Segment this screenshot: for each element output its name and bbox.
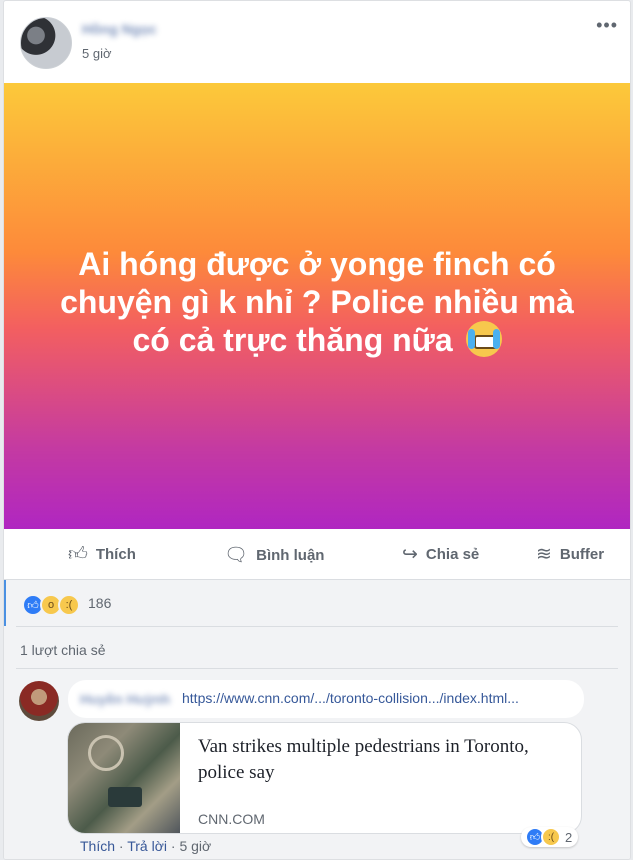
reactions-summary[interactable]: 👍︎ o :( 186: [4, 580, 630, 626]
buffer-stack-icon: ≋: [536, 544, 552, 565]
divider: [16, 668, 618, 669]
share-arrow-icon: ↪: [402, 544, 418, 565]
divider: [16, 626, 618, 627]
post-card: Hồng Ngọc 5 giờ ••• Ai hóng được ở yonge…: [3, 0, 631, 860]
separator: ·: [170, 838, 176, 854]
sad-reaction-icon: :(: [58, 594, 80, 616]
comment-reply-link[interactable]: Trả lời: [127, 838, 167, 854]
comment-icon: 🗨︎: [224, 545, 249, 566]
buffer-button[interactable]: ≋ Buffer: [536, 543, 604, 566]
link-preview-card[interactable]: Van strikes multiple pedestrians in Toro…: [67, 722, 582, 834]
more-options-icon[interactable]: •••: [596, 15, 618, 36]
author-avatar[interactable]: [20, 17, 72, 69]
share-label: Chia sẻ: [425, 546, 480, 563]
link-domain: CNN.COM: [198, 811, 265, 827]
comment-like-link[interactable]: Thích: [80, 838, 115, 854]
comment-time[interactable]: 5 giờ: [179, 838, 211, 854]
reaction-count[interactable]: 186: [88, 595, 111, 611]
like-button[interactable]: 👍︎ Thích: [68, 543, 136, 566]
comment-button[interactable]: 🗨︎ Bình luận: [224, 543, 324, 567]
crying-face-icon: [465, 321, 502, 357]
link-thumbnail[interactable]: [68, 723, 180, 833]
separator: ·: [118, 838, 124, 854]
author-name[interactable]: Hồng Ngọc: [82, 21, 166, 37]
buffer-label: Buffer: [559, 546, 605, 563]
thumbs-up-icon: 👍︎: [68, 544, 88, 565]
comment-label: Bình luận: [256, 546, 325, 564]
comment-bubble: Huyền Huỳnh https://www.cnn.com/.../toro…: [68, 680, 584, 718]
post-time[interactable]: 5 giờ: [82, 46, 112, 61]
post-text: Ai hóng được ở yonge finch có chuyện gì …: [47, 245, 587, 359]
commenter-name[interactable]: Huyền Huỳnh: [80, 691, 180, 707]
comment-actions: Thích · Trả lời · 5 giờ: [80, 838, 211, 854]
engagement-area: 👍︎ o :( 186 1 lượt chia sẻ Huyền Huỳnh h…: [4, 580, 630, 859]
post-background: Ai hóng được ở yonge finch có chuyện gì …: [4, 83, 630, 529]
like-label: Thích: [95, 546, 136, 563]
commenter-avatar[interactable]: [19, 681, 59, 721]
share-count[interactable]: 1 lượt chia sẻ: [20, 642, 105, 658]
comment-reactions[interactable]: 👍︎ :( 2: [521, 827, 579, 847]
share-button[interactable]: ↪ Chia sẻ: [402, 543, 479, 566]
reaction-icons: 👍︎ o :(: [22, 594, 80, 616]
link-title[interactable]: Van strikes multiple pedestrians in Toro…: [198, 734, 558, 786]
comment-link[interactable]: https://www.cnn.com/.../toronto-collisio…: [182, 690, 519, 706]
comment-reaction-count: 2: [565, 829, 573, 845]
sad-reaction-icon: :(: [541, 827, 561, 847]
action-bar: 👍︎ Thích 🗨︎ Bình luận ↪ Chia sẻ ≋ Buffer: [4, 529, 630, 580]
